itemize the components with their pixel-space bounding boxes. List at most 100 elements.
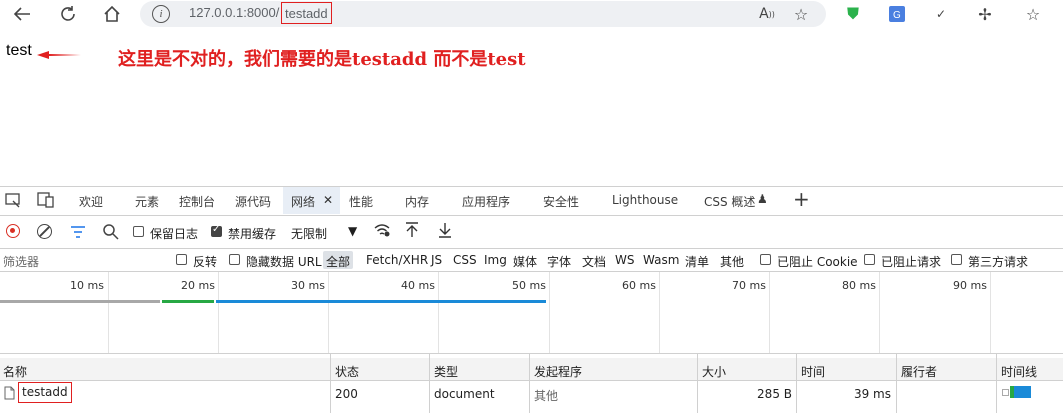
record-icon[interactable] <box>6 224 20 238</box>
annotation-text: 这里是不对的，我们需要的是testadd 而不是test <box>118 49 526 70</box>
tab-performance[interactable]: 性能 <box>349 193 373 210</box>
tab-application[interactable]: 应用程序 <box>462 193 510 210</box>
url-path: testadd <box>281 2 332 24</box>
devtools-tab-strip <box>0 186 1063 216</box>
filter-input[interactable]: 筛选器 <box>3 253 39 270</box>
dropdown-arrow-icon[interactable]: ▼ <box>348 224 357 238</box>
close-tab-icon[interactable]: ✕ <box>323 193 333 207</box>
info-icon[interactable]: i <box>152 5 170 23</box>
col-header-name[interactable]: 名称 <box>3 363 27 380</box>
preserve-log-checkbox[interactable] <box>133 226 144 237</box>
page-body-text: test <box>6 42 32 59</box>
tick-line <box>108 272 109 353</box>
blocked-requests-label: 已阻止请求 <box>881 255 942 269</box>
request-status: 200 <box>335 387 358 401</box>
third-party-checkbox[interactable] <box>951 254 962 265</box>
red-arrow <box>37 51 81 59</box>
tick-label: 70 ms <box>732 279 766 292</box>
tab-security[interactable]: 安全性 <box>543 193 579 210</box>
tick-line <box>438 272 439 353</box>
col-header-type[interactable]: 类型 <box>434 363 458 380</box>
filter-type-other[interactable]: 其他 <box>720 253 744 270</box>
tab-memory[interactable]: 内存 <box>405 193 429 210</box>
import-har-icon[interactable] <box>404 221 420 242</box>
tab-sources[interactable]: 源代码 <box>235 193 271 210</box>
tick-line <box>990 272 991 353</box>
disable-cache-checkbox[interactable] <box>211 224 222 237</box>
tick-label: 20 ms <box>181 279 215 292</box>
filter-type-doc[interactable]: 文档 <box>582 253 606 270</box>
filter-type-css[interactable]: CSS <box>453 253 477 267</box>
invert-checkbox[interactable] <box>176 254 187 265</box>
hide-data-url-checkbox[interactable] <box>229 254 240 265</box>
tab-welcome[interactable]: 欢迎 <box>79 193 103 210</box>
invert-label: 反转 <box>193 255 218 269</box>
blocked-requests-checkbox[interactable] <box>864 254 875 265</box>
add-tab-icon[interactable]: + <box>793 187 810 211</box>
home-icon[interactable] <box>101 3 123 25</box>
tick-line <box>879 272 880 353</box>
extensions-icon[interactable]: ✢ <box>974 3 996 25</box>
col-header-status[interactable]: 状态 <box>335 363 359 380</box>
network-conditions-icon[interactable] <box>373 222 391 242</box>
waterfall-queue-segment <box>1002 389 1009 396</box>
tab-network[interactable]: 网络 <box>291 193 315 210</box>
filter-type-media[interactable]: 媒体 <box>513 253 537 270</box>
table-row[interactable] <box>0 381 1063 405</box>
svg-text:G: G <box>893 10 901 21</box>
blocked-cookie-label: 已阻止 Cookie <box>777 255 858 269</box>
request-initiator: 其他 <box>534 389 559 403</box>
col-header-time[interactable]: 时间 <box>801 363 825 380</box>
tab-elements[interactable]: 元素 <box>135 193 159 210</box>
read-aloud-icon[interactable]: A)) <box>756 3 778 25</box>
tick-line <box>218 272 219 353</box>
tick-label: 40 ms <box>401 279 435 292</box>
filter-type-img[interactable]: Img <box>484 253 507 267</box>
col-header-waterfall[interactable]: 时间线 <box>1001 363 1037 380</box>
filter-type-wasm[interactable]: Wasm <box>643 253 679 267</box>
preserve-log-label: 保留日志 <box>150 227 199 241</box>
reload-icon[interactable] <box>57 3 79 25</box>
export-har-icon[interactable] <box>437 221 453 242</box>
blocked-cookie-checkbox[interactable] <box>760 254 771 265</box>
tick-line <box>328 272 329 353</box>
filter-type-all[interactable]: 全部 <box>326 253 350 270</box>
filter-type-js[interactable]: JS <box>431 253 442 267</box>
request-time: 39 ms <box>853 387 891 401</box>
filter-type-fetch[interactable]: Fetch/XHR <box>366 253 428 267</box>
timeline-stalled-bar <box>0 300 160 303</box>
clear-icon[interactable] <box>37 224 52 239</box>
tab-css-overview[interactable]: CSS 概述 <box>704 193 755 210</box>
tab-console[interactable]: 控制台 <box>179 193 215 210</box>
url-host: 127.0.0.1:8000/ <box>189 5 280 20</box>
back-icon[interactable] <box>11 3 33 25</box>
flask-icon: ♟ <box>757 192 768 206</box>
device-toolbar-icon[interactable] <box>37 192 55 212</box>
filter-icon[interactable] <box>70 224 86 243</box>
inspect-element-icon[interactable] <box>5 192 21 212</box>
tick-label: 10 ms <box>70 279 104 292</box>
throttle-select[interactable]: 无限制 <box>291 225 327 242</box>
browser-toolbar: i 127.0.0.1:8000/ testadd A)) ☆ ⛊ G ✓ ✢ … <box>0 0 1063 28</box>
disable-cache-label: 禁用缓存 <box>228 227 277 241</box>
col-header-initiator[interactable]: 发起程序 <box>534 363 582 380</box>
col-header-size[interactable]: 大小 <box>702 363 726 380</box>
tick-label: 30 ms <box>291 279 325 292</box>
tick-label: 80 ms <box>842 279 876 292</box>
translate-extension-icon[interactable]: G <box>886 3 908 25</box>
tick-label: 50 ms <box>512 279 546 292</box>
filter-type-manifest[interactable]: 清单 <box>685 253 709 270</box>
favorite-icon[interactable]: ☆ <box>790 3 812 25</box>
tab-lighthouse[interactable]: Lighthouse <box>612 193 678 207</box>
col-header-fulfilled-by[interactable]: 履行者 <box>901 363 937 380</box>
tick-line <box>659 272 660 353</box>
favorites-bar-icon[interactable]: ☆ <box>1022 3 1044 25</box>
shield-extension-icon[interactable]: ⛊ <box>842 3 864 25</box>
filter-type-font[interactable]: 字体 <box>547 253 571 270</box>
request-name[interactable]: testadd <box>18 382 72 403</box>
tick-label: 90 ms <box>953 279 987 292</box>
search-icon[interactable] <box>103 224 119 244</box>
checkmark-extension-icon[interactable]: ✓ <box>930 3 952 25</box>
tick-label: 60 ms <box>622 279 656 292</box>
filter-type-ws[interactable]: WS <box>615 253 634 267</box>
